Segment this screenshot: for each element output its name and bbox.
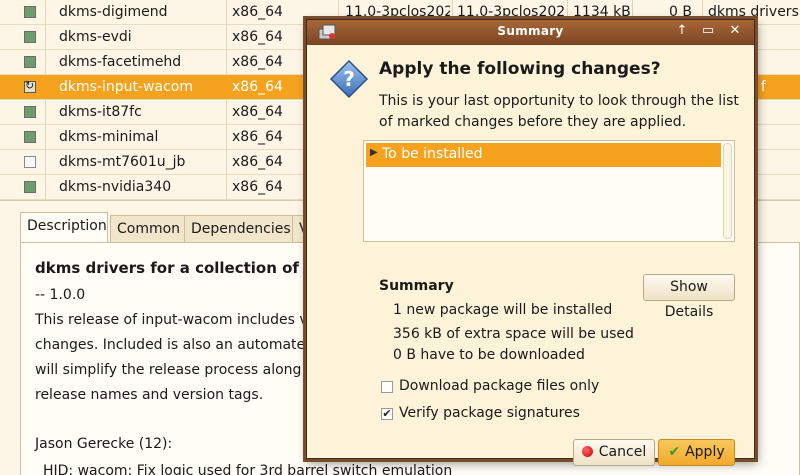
package-summary: dkms drivers f bbox=[708, 4, 800, 20]
package-name: dkms-input-wacom bbox=[59, 79, 193, 95]
apply-button[interactable]: ✔ Apply bbox=[658, 439, 735, 466]
package-name: dkms-it87fc bbox=[59, 104, 142, 120]
changes-scrollbar[interactable] bbox=[723, 143, 732, 239]
package-version-installed: 11.0-3pclos2023 bbox=[345, 4, 450, 20]
keep-above-icon[interactable]: ↑ bbox=[673, 22, 691, 40]
package-status-checkbox[interactable] bbox=[24, 79, 36, 93]
summary-line: 0 B have to be downloaded bbox=[393, 347, 585, 363]
package-arch: x86_64 bbox=[232, 4, 283, 20]
checkbox-box[interactable]: ✔ bbox=[381, 408, 393, 420]
cancel-label: Cancel bbox=[598, 444, 647, 460]
package-name: dkms-evdi bbox=[59, 29, 132, 45]
summary-dialog: Summary ↑ ▭ ✕ ? Apply the following chan… bbox=[306, 19, 755, 466]
maximize-icon[interactable]: ▭ bbox=[699, 22, 717, 40]
package-name: dkms-digimend bbox=[59, 4, 168, 20]
package-name: dkms-nvidia340 bbox=[59, 179, 172, 195]
package-status-checkbox[interactable] bbox=[24, 156, 36, 168]
summary-heading: Summary bbox=[379, 278, 454, 294]
checkbox-label: Verify package signatures bbox=[399, 405, 580, 421]
cancel-icon bbox=[581, 446, 593, 457]
cancel-button[interactable]: Cancel bbox=[573, 439, 655, 466]
package-name: dkms-facetimehd bbox=[59, 54, 182, 70]
changes-list[interactable]: ▶ To be installed bbox=[363, 140, 735, 242]
dialog-body: ? Apply the following changes? This is y… bbox=[307, 45, 754, 466]
summary-line: 356 kB of extra space will be used bbox=[393, 326, 634, 342]
changes-group-label: To be installed bbox=[382, 146, 483, 162]
changes-group-to-be-installed[interactable]: ▶ To be installed bbox=[366, 143, 721, 167]
dialog-titlebar[interactable]: Summary ↑ ▭ ✕ bbox=[307, 20, 754, 45]
dialog-subtext: This is your last opportunity to look th… bbox=[379, 93, 739, 130]
package-name: dkms-mt7601u_jb bbox=[59, 154, 186, 170]
checkbox-box[interactable] bbox=[381, 381, 393, 393]
package-status-checkbox[interactable] bbox=[24, 131, 36, 143]
package-status-checkbox[interactable] bbox=[24, 31, 36, 43]
summary-line: 1 new package will be installed bbox=[393, 302, 613, 318]
show-details-button[interactable]: Show Details bbox=[643, 274, 735, 320]
package-status-checkbox[interactable] bbox=[24, 181, 36, 193]
package-version-available: 11.0-3pclos2023 bbox=[457, 4, 565, 20]
checkbox-label: Download package files only bbox=[399, 378, 600, 394]
package-download: 0 B bbox=[669, 4, 692, 20]
expander-icon[interactable]: ▶ bbox=[370, 147, 378, 158]
package-name: dkms-minimal bbox=[59, 129, 159, 145]
package-status-checkbox[interactable] bbox=[24, 6, 36, 18]
apply-label: Apply bbox=[685, 444, 725, 460]
close-icon[interactable]: ✕ bbox=[726, 22, 744, 40]
question-icon: ? bbox=[329, 59, 369, 99]
checkmark-icon: ✔ bbox=[668, 444, 681, 460]
package-size: 1134 kB bbox=[573, 4, 631, 20]
dialog-heading: Apply the following changes? bbox=[379, 59, 661, 79]
package-status-checkbox[interactable] bbox=[24, 106, 36, 118]
svg-text:?: ? bbox=[343, 67, 355, 91]
tab-description[interactable]: Description bbox=[20, 212, 108, 243]
package-status-checkbox[interactable] bbox=[24, 56, 36, 68]
